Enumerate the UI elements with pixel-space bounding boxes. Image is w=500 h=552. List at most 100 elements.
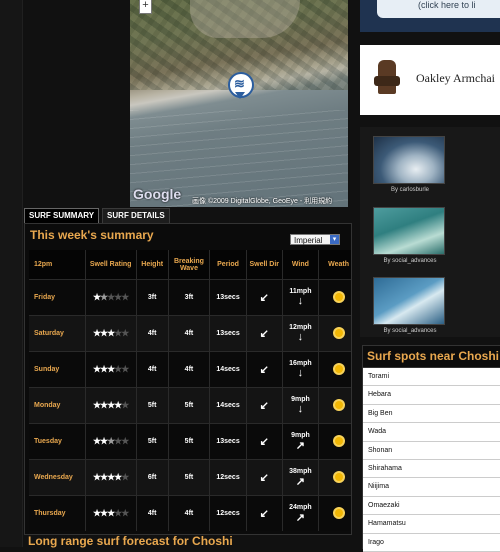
sun-icon bbox=[334, 400, 343, 409]
wind-cell: 12mph ↓ bbox=[282, 315, 320, 352]
wind-speed: 11mph bbox=[289, 288, 312, 295]
header-swell-dir: Swell Dir bbox=[246, 250, 283, 280]
list-item[interactable]: Hebara bbox=[363, 386, 500, 405]
swell-direction-arrow-icon: ↙ bbox=[246, 423, 283, 460]
forecast-day: Wednesday bbox=[29, 459, 86, 496]
wind-speed: 16mph bbox=[289, 360, 312, 367]
swell-direction-arrow-icon: ↙ bbox=[246, 279, 283, 316]
sun-icon bbox=[334, 472, 343, 481]
armchair-icon bbox=[374, 60, 400, 94]
weather-cell bbox=[318, 351, 351, 388]
swell-direction-arrow-icon: ↙ bbox=[246, 351, 283, 388]
surf-photo[interactable] bbox=[373, 207, 445, 255]
swell-direction-glyph: ↙ bbox=[259, 364, 269, 376]
marker-tail bbox=[235, 92, 245, 99]
ad-armchair-text[interactable]: Oakley Armchai bbox=[416, 71, 495, 86]
table-row: Wednesday ★★★★★ 6ft 5ft 12secs ↙ 38mph ↗ bbox=[29, 459, 351, 496]
weekly-summary-panel: This week's summary Imperial ▾ 12pm Swel… bbox=[24, 223, 352, 535]
nearby-spots-panel: Surf spots near Choshi Torami Hebara Big B… bbox=[362, 345, 500, 552]
sun-icon bbox=[334, 508, 343, 517]
table-header-row: 12pm Swell Rating Height Breaking Wave P… bbox=[29, 250, 351, 280]
wind-cell: 11mph ↓ bbox=[282, 279, 320, 316]
header-height: Height bbox=[136, 250, 169, 280]
wind-cell: 24mph ↗ bbox=[282, 495, 320, 531]
list-item[interactable]: Wada bbox=[363, 423, 500, 442]
map-copyright: 画像 ©2009 DigitalGlobe, GeoEye - 利用規約 bbox=[192, 198, 333, 205]
sun-icon bbox=[334, 292, 343, 301]
swell-height: 3ft bbox=[136, 279, 169, 316]
swell-height: 4ft bbox=[136, 351, 169, 388]
list-item[interactable]: Niijima bbox=[363, 478, 500, 497]
swell-direction-glyph: ↙ bbox=[259, 472, 269, 484]
table-row: Saturday ★★★★★ 4ft 4ft 13secs ↙ 12mph ↓ bbox=[29, 315, 351, 352]
list-item[interactable]: Omaezaki bbox=[363, 496, 500, 516]
map-zoom-in-button[interactable]: + bbox=[139, 0, 152, 14]
swell-period: 14secs bbox=[209, 351, 247, 388]
forecast-day: Monday bbox=[29, 387, 86, 424]
swell-height: 6ft bbox=[136, 459, 169, 496]
list-item[interactable]: Shonan bbox=[363, 441, 500, 460]
wind-cell: 9mph ↓ bbox=[282, 387, 320, 424]
swell-direction-glyph: ↙ bbox=[259, 436, 269, 448]
left-sidebar-strip bbox=[0, 0, 23, 547]
swell-period: 14secs bbox=[209, 387, 247, 424]
swell-rating-stars: ★★★★★ bbox=[85, 279, 137, 316]
swell-rating-stars: ★★★★★ bbox=[85, 315, 137, 352]
photo-caption: By carlosburle bbox=[390, 187, 429, 193]
nearby-spots-title: Surf spots near Choshi bbox=[363, 346, 500, 368]
swell-direction-glyph: ↙ bbox=[259, 292, 269, 304]
weather-cell bbox=[318, 315, 351, 352]
swell-direction-glyph: ↙ bbox=[259, 328, 269, 340]
list-item[interactable]: Torami bbox=[363, 368, 500, 387]
swell-period: 13secs bbox=[209, 315, 247, 352]
surf-photo[interactable] bbox=[373, 136, 445, 184]
photo-caption: By social_advances bbox=[383, 258, 437, 264]
weather-cell bbox=[318, 423, 351, 460]
weather-cell bbox=[318, 387, 351, 424]
swell-direction-arrow-icon: ↙ bbox=[246, 315, 283, 352]
sun-icon bbox=[334, 436, 343, 445]
forecast-day: Friday bbox=[29, 279, 86, 316]
breaking-wave: 4ft bbox=[168, 351, 211, 388]
ad-banner-text[interactable]: (click here to li bbox=[418, 0, 476, 10]
photo-gallery: By carlosburle By social_advances By soc… bbox=[360, 127, 500, 337]
swell-rating-stars: ★★★★★ bbox=[85, 495, 137, 531]
satellite-map[interactable]: + ≋ Google 画像 ©2009 DigitalGlobe, GeoEye… bbox=[130, 0, 348, 207]
swell-period: 13secs bbox=[209, 279, 247, 316]
google-logo[interactable]: Google bbox=[133, 186, 181, 202]
list-item[interactable]: Shirahama bbox=[363, 459, 500, 479]
breaking-wave: 4ft bbox=[168, 495, 211, 531]
swell-period: 13secs bbox=[209, 423, 247, 460]
swell-height: 4ft bbox=[136, 495, 169, 531]
ad-banner-top[interactable]: (click here to li bbox=[360, 0, 500, 32]
weather-cell bbox=[318, 495, 351, 531]
units-select[interactable]: Imperial ▾ bbox=[290, 234, 340, 245]
wind-speed: 12mph bbox=[289, 324, 312, 331]
units-selected-value: Imperial bbox=[294, 236, 323, 245]
list-item[interactable]: Big Ben bbox=[363, 404, 500, 424]
forecast-tabs: SURF SUMMARY SURF DETAILS bbox=[24, 208, 173, 223]
wind-cell: 16mph ↓ bbox=[282, 351, 320, 388]
list-item[interactable]: Irago bbox=[363, 533, 500, 552]
swell-direction-glyph: ↙ bbox=[259, 400, 269, 412]
header-wind: Wind bbox=[282, 250, 320, 280]
forecast-table: 12pm Swell Rating Height Breaking Wave P… bbox=[29, 250, 351, 531]
breaking-wave: 5ft bbox=[168, 423, 211, 460]
table-row: Thursday ★★★★★ 4ft 4ft 12secs ↙ 24mph ↗ bbox=[29, 495, 351, 531]
wind-direction-arrow-icon: ↓ bbox=[297, 367, 304, 379]
wind-direction-arrow-icon: ↗ bbox=[295, 439, 306, 452]
forecast-day: Sunday bbox=[29, 351, 86, 388]
tab-surf-summary[interactable]: SURF SUMMARY bbox=[24, 208, 100, 223]
tab-surf-details[interactable]: SURF DETAILS bbox=[102, 208, 170, 223]
table-row: Sunday ★★★★★ 4ft 4ft 14secs ↙ 16mph ↓ bbox=[29, 351, 351, 388]
breaking-wave: 5ft bbox=[168, 387, 211, 424]
ad-armchair[interactable]: Oakley Armchai bbox=[360, 45, 500, 115]
nearby-spots-list: Torami Hebara Big Ben Wada Shonan Shirahama Ni… bbox=[363, 368, 500, 552]
list-item[interactable]: Hamamatsu bbox=[363, 515, 500, 534]
swell-rating-stars: ★★★★★ bbox=[85, 387, 137, 424]
surf-photo[interactable] bbox=[373, 277, 445, 325]
swell-period: 12secs bbox=[209, 495, 247, 531]
wind-speed: 9mph bbox=[291, 431, 310, 439]
weather-cell bbox=[318, 459, 351, 496]
chevron-down-icon[interactable]: ▾ bbox=[330, 235, 339, 244]
